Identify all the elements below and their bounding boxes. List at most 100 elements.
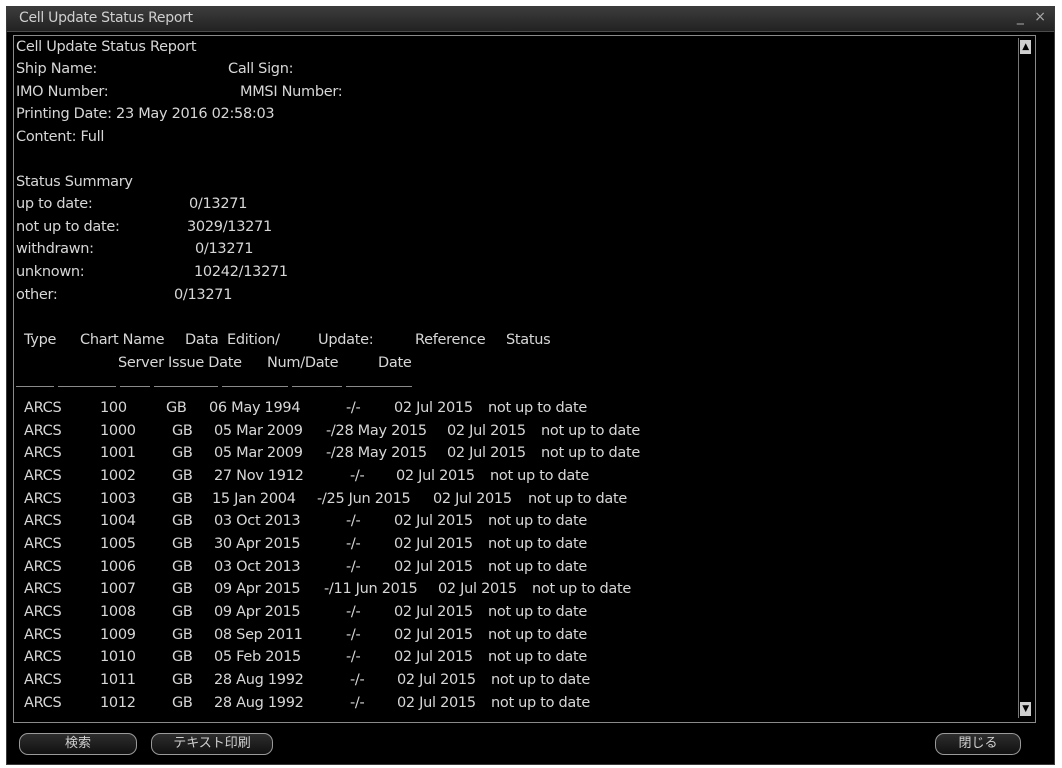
cell-chart-name: 1007 xyxy=(100,581,136,597)
cell-status: not up to date xyxy=(488,536,588,552)
cell-reference: 02 Jul 2015 xyxy=(394,513,473,529)
summary-label-unknown: unknown: xyxy=(16,264,85,280)
cell-server: GB xyxy=(172,672,193,688)
cell-edition: 03 Oct 2013 xyxy=(214,513,301,529)
cell-reference: 02 Jul 2015 xyxy=(433,491,512,507)
window-title: Cell Update Status Report xyxy=(19,10,193,26)
table-row[interactable]: ARCS 1009 GB 08 Sep 2011 -/- 02 Jul 2015… xyxy=(14,624,1035,647)
cell-server: GB xyxy=(172,468,193,484)
table-row[interactable]: ARCS 1004 GB 03 Oct 2013 -/- 02 Jul 2015… xyxy=(14,510,1035,533)
call-sign-label: Call Sign: xyxy=(228,61,294,77)
imo-number-label: IMO Number: xyxy=(16,84,109,100)
table-row[interactable]: ARCS 1003 GB 15 Jan 2004 -/25 Jun 2015 0… xyxy=(14,488,1035,511)
cell-update: -/28 May 2015 xyxy=(326,445,427,461)
cell-type: ARCS xyxy=(24,695,62,711)
table-row[interactable]: ARCS 1007 GB 09 Apr 2015 -/11 Jun 2015 0… xyxy=(14,578,1035,601)
summary-label-not-up-to-date: not up to date: xyxy=(16,219,120,235)
cell-update: -/11 Jun 2015 xyxy=(324,581,418,597)
table-row[interactable]: ARCS 100 GB 06 May 1994 -/- 02 Jul 2015 … xyxy=(14,397,1035,420)
report-text-area[interactable]: Cell Update Status Report Ship Name: Cal… xyxy=(13,35,1036,723)
minimize-icon[interactable]: _ xyxy=(1017,9,1024,25)
cell-update: -/28 May 2015 xyxy=(326,423,427,439)
cell-edition: 05 Mar 2009 xyxy=(214,423,303,439)
table-row[interactable]: ARCS 1010 GB 05 Feb 2015 -/- 02 Jul 2015… xyxy=(14,646,1035,669)
table-row[interactable]: ARCS 1006 GB 03 Oct 2013 -/- 02 Jul 2015… xyxy=(14,556,1035,579)
search-button[interactable]: 検索 xyxy=(19,733,137,755)
cell-chart-name: 1000 xyxy=(100,423,136,439)
header-type: Type xyxy=(24,332,57,348)
cell-server: GB xyxy=(166,400,187,416)
cell-server: GB xyxy=(172,649,193,665)
cell-status: not up to date xyxy=(488,400,588,416)
cell-edition: 05 Mar 2009 xyxy=(214,445,303,461)
vertical-scrollbar[interactable]: ▲ ▼ xyxy=(1018,38,1033,718)
cell-reference: 02 Jul 2015 xyxy=(396,468,475,484)
cell-chart-name: 1011 xyxy=(100,672,136,688)
cell-type: ARCS xyxy=(24,672,62,688)
status-summary-title: Status Summary xyxy=(16,174,133,190)
cell-reference: 02 Jul 2015 xyxy=(397,695,476,711)
summary-label-up-to-date: up to date: xyxy=(16,196,93,212)
header-reference: Reference xyxy=(415,332,486,348)
cell-chart-name: 1010 xyxy=(100,649,136,665)
cell-server: GB xyxy=(172,536,193,552)
cell-edition: 06 May 1994 xyxy=(209,400,301,416)
header-data: Data xyxy=(185,332,219,348)
cell-type: ARCS xyxy=(24,604,62,620)
cell-edition: 03 Oct 2013 xyxy=(214,559,301,575)
table-row[interactable]: ARCS 1005 GB 30 Apr 2015 -/- 02 Jul 2015… xyxy=(14,533,1035,556)
cell-type: ARCS xyxy=(24,536,62,552)
cell-update: -/- xyxy=(346,604,361,620)
cell-server: GB xyxy=(172,581,193,597)
cell-edition: 09 Apr 2015 xyxy=(214,604,301,620)
cell-status: not up to date xyxy=(491,672,591,688)
cell-type: ARCS xyxy=(24,423,62,439)
scroll-up-icon[interactable]: ▲ xyxy=(1020,40,1031,54)
close-icon[interactable]: × xyxy=(1034,9,1046,25)
cell-chart-name: 1009 xyxy=(100,627,136,643)
title-bar[interactable]: Cell Update Status Report _ × xyxy=(7,7,1054,32)
cell-status: not up to date xyxy=(528,491,628,507)
cell-type: ARCS xyxy=(24,445,62,461)
table-row[interactable]: ARCS 1000 GB 05 Mar 2009 -/28 May 2015 0… xyxy=(14,420,1035,443)
cell-update: -/- xyxy=(346,559,361,575)
print-text-button[interactable]: テキスト印刷 xyxy=(151,733,273,755)
cell-status: not up to date xyxy=(488,559,588,575)
cell-edition: 28 Aug 1992 xyxy=(214,695,304,711)
cell-edition: 27 Nov 1912 xyxy=(214,468,304,484)
cell-chart-name: 1001 xyxy=(100,445,136,461)
table-row[interactable]: ARCS 1001 GB 05 Mar 2009 -/28 May 2015 0… xyxy=(14,442,1035,465)
cell-chart-name: 1002 xyxy=(100,468,136,484)
table-row[interactable]: ARCS 1002 GB 27 Nov 1912 -/- 02 Jul 2015… xyxy=(14,465,1035,488)
header-status: Status xyxy=(506,332,551,348)
cell-reference: 02 Jul 2015 xyxy=(397,672,476,688)
cell-chart-name: 100 xyxy=(100,400,127,416)
cell-chart-name: 1008 xyxy=(100,604,136,620)
close-button[interactable]: 閉じる xyxy=(935,733,1021,755)
cell-chart-name: 1004 xyxy=(100,513,136,529)
table-row[interactable]: ARCS 1008 GB 09 Apr 2015 -/- 02 Jul 2015… xyxy=(14,601,1035,624)
cell-chart-name: 1003 xyxy=(100,491,136,507)
summary-value-withdrawn: 0/13271 xyxy=(195,241,254,257)
cell-server: GB xyxy=(172,695,193,711)
cell-edition: 09 Apr 2015 xyxy=(214,581,301,597)
header-chart-name: Chart Name xyxy=(80,332,165,348)
cell-type: ARCS xyxy=(24,468,62,484)
cell-chart-name: 1006 xyxy=(100,559,136,575)
table-row[interactable]: ARCS 1012 GB 28 Aug 1992 -/- 02 Jul 2015… xyxy=(14,692,1035,715)
table-row[interactable]: ARCS 1011 GB 28 Aug 1992 -/- 02 Jul 2015… xyxy=(14,669,1035,692)
cell-reference: 02 Jul 2015 xyxy=(394,627,473,643)
cell-type: ARCS xyxy=(24,581,62,597)
summary-label-other: other: xyxy=(16,287,58,303)
cell-reference: 02 Jul 2015 xyxy=(438,581,517,597)
cell-reference: 02 Jul 2015 xyxy=(394,536,473,552)
cell-reference: 02 Jul 2015 xyxy=(394,649,473,665)
cell-chart-name: 1012 xyxy=(100,695,136,711)
cell-reference: 02 Jul 2015 xyxy=(447,423,526,439)
cell-reference: 02 Jul 2015 xyxy=(394,604,473,620)
scroll-down-icon[interactable]: ▼ xyxy=(1020,702,1031,716)
report-window: Cell Update Status Report _ × Cell Updat… xyxy=(6,6,1055,765)
cell-update: -/25 Jun 2015 xyxy=(317,491,411,507)
cell-update: -/- xyxy=(350,672,365,688)
cell-chart-name: 1005 xyxy=(100,536,136,552)
